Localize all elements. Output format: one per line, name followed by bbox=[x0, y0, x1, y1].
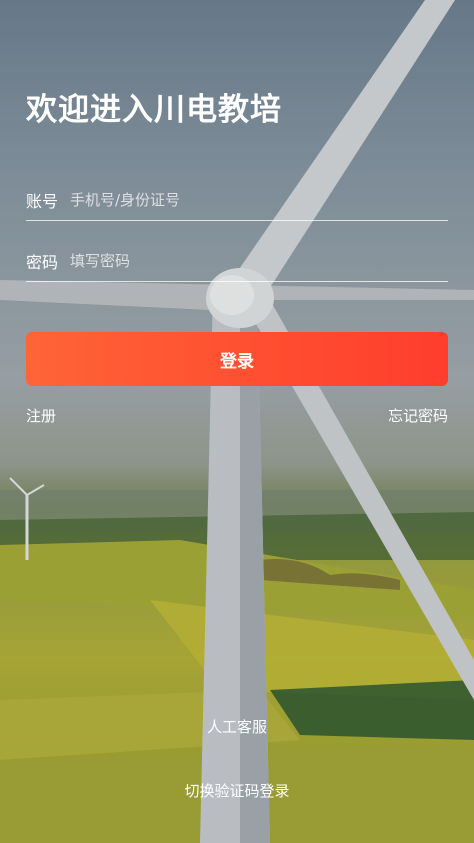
account-field: 账号 bbox=[26, 180, 448, 221]
customer-service-link[interactable]: 人工客服 bbox=[0, 716, 474, 737]
account-label: 账号 bbox=[26, 192, 59, 211]
password-label: 密码 bbox=[26, 253, 59, 272]
switch-sms-login-link[interactable]: 切换验证码登录 bbox=[0, 780, 474, 801]
password-input[interactable] bbox=[70, 252, 448, 270]
register-link[interactable]: 注册 bbox=[26, 405, 56, 426]
forgot-password-link[interactable]: 忘记密码 bbox=[388, 405, 448, 426]
password-field: 密码 bbox=[26, 241, 448, 282]
account-input[interactable] bbox=[70, 191, 448, 209]
page-title: 欢迎进入川电教培 bbox=[26, 92, 282, 128]
login-screen: 欢迎进入川电教培 账号 密码 登录 注册 忘记密码 人工客服 切换验证码登录 bbox=[0, 0, 474, 843]
login-button[interactable]: 登录 bbox=[26, 332, 448, 386]
